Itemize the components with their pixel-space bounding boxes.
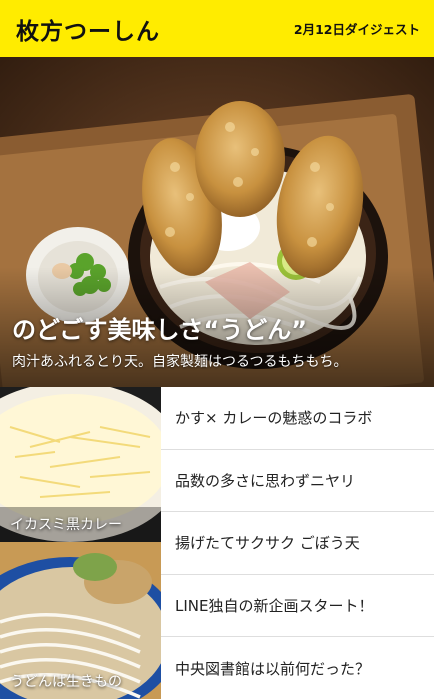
site-logo[interactable]: 枚方つーしん: [16, 12, 160, 46]
hero-subtitle: 肉汁あふれるとり天。自家製麺はつるつるもちもち。: [12, 354, 348, 370]
list-item[interactable]: 中央図書館は以前何だった？: [161, 637, 434, 699]
list-item[interactable]: LINE独自の新企画スタート！: [161, 575, 434, 637]
article-list: かす× カレーの魅惑のコラボ 品数の多さに思わずニヤリ 揚げたてサクサク ごぼう…: [161, 387, 434, 699]
thumbnail-curry[interactable]: イカスミ黒カレー: [0, 387, 161, 542]
thumbnail-udon[interactable]: うどんは生きもの: [0, 542, 161, 699]
list-item[interactable]: 品数の多さに思わずニヤリ: [161, 450, 434, 512]
list-item[interactable]: かす× カレーの魅惑のコラボ: [161, 387, 434, 450]
top-bar: 枚方つーしん 2月12日ダイジェスト: [0, 0, 434, 57]
thumbnail-caption: イカスミ黒カレー: [10, 517, 122, 533]
thumbnail-caption: うどんは生きもの: [10, 674, 122, 690]
list-item[interactable]: 揚げたてサクサク ごぼう天: [161, 512, 434, 575]
hero-article[interactable]: のどごす美味しさ“うどん” 肉汁あふれるとり天。自家製麺はつるつるもちもち。: [0, 57, 434, 387]
digest-date: 2月12日ダイジェスト: [293, 22, 420, 37]
hero-title[interactable]: のどごす美味しさ“うどん”: [12, 310, 307, 345]
